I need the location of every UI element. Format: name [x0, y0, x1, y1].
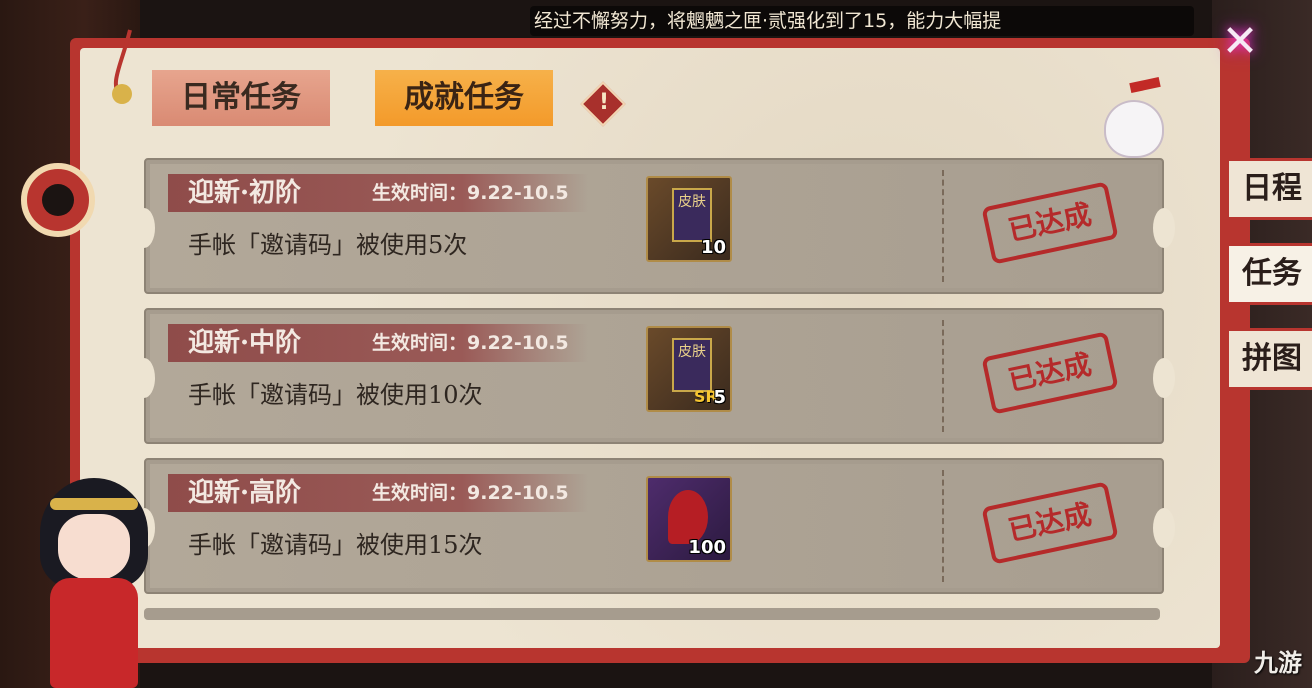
reward-item[interactable]: 100: [646, 476, 732, 562]
mascot-icon: [1104, 100, 1164, 158]
side-tab-schedule[interactable]: 日程: [1226, 158, 1312, 220]
skin-banner-sr-icon: 皮肤: [672, 338, 712, 392]
task-description: 手帐「邀请码」被使用5次: [188, 231, 468, 259]
ticket-divider: [942, 170, 944, 282]
tab-daily-tasks[interactable]: 日常任务: [152, 70, 330, 126]
ticket-notch-left: [133, 208, 155, 248]
side-tab-schedule-label: 日程: [1242, 171, 1302, 206]
task-time: 生效时间：9.22-10.5: [372, 182, 569, 204]
task-description: 手帐「邀请码」被使用15次: [188, 531, 483, 559]
reward-item[interactable]: 皮肤 10: [646, 176, 732, 262]
announcement-marquee: 经过不懈努力，将魍魉之匣·贰强化到了15，能力大幅提: [530, 6, 1194, 36]
character-face: [58, 514, 130, 580]
reward-count: 10: [700, 237, 726, 258]
announcement-text: 经过不懈努力，将魍魉之匣·贰强化到了15，能力大幅提: [534, 10, 1002, 32]
tab-achievement-tasks-label: 成就任务: [404, 80, 524, 115]
warning-mark: !: [598, 90, 610, 115]
magatama-icon: [668, 490, 708, 544]
rope-knot-decoration: [21, 29, 132, 237]
next-task-card-peek: [144, 608, 1160, 620]
task-title: 迎新·高阶: [188, 478, 302, 508]
task-description: 手帐「邀请码」被使用10次: [188, 381, 483, 409]
side-tab-puzzle[interactable]: 拼图: [1226, 328, 1312, 390]
ticket-divider: [942, 320, 944, 432]
tab-achievement-tasks[interactable]: 成就任务: [375, 70, 553, 126]
character-headband: [50, 498, 138, 510]
task-card: 迎新·中阶 生效时间：9.22-10.5 手帐「邀请码」被使用10次 皮肤 SR…: [133, 308, 1175, 444]
tab-daily-tasks-label: 日常任务: [181, 80, 301, 115]
reward-count: 5: [713, 387, 726, 408]
task-time: 生效时间：9.22-10.5: [372, 482, 569, 504]
task-title: 迎新·中阶: [188, 328, 302, 358]
side-tab-puzzle-label: 拼图: [1242, 341, 1302, 376]
task-title: 迎新·初阶: [188, 178, 302, 208]
close-button[interactable]: ✕: [1208, 14, 1272, 70]
side-tab-tasks-label: 任务: [1242, 256, 1302, 291]
watermark-logo: 九游: [1254, 649, 1302, 677]
character-robe: [50, 578, 138, 688]
ticket-divider: [942, 470, 944, 582]
ticket-notch-left: [133, 358, 155, 398]
side-tab-tasks[interactable]: 任务: [1226, 243, 1312, 305]
skin-banner-icon: 皮肤: [672, 188, 712, 242]
character-avatar: [30, 478, 158, 688]
ticket-notch-right: [1153, 508, 1175, 548]
task-card: 迎新·高阶 生效时间：9.22-10.5 手帐「邀请码」被使用15次 100 已…: [133, 458, 1175, 594]
ticket-notch-right: [1153, 208, 1175, 248]
task-time: 生效时间：9.22-10.5: [372, 332, 569, 354]
ticket-notch-right: [1153, 358, 1175, 398]
task-card: 迎新·初阶 生效时间：9.22-10.5 手帐「邀请码」被使用5次 皮肤 10 …: [133, 158, 1175, 294]
reward-count: 100: [688, 537, 726, 558]
reward-item[interactable]: 皮肤 SR 5: [646, 326, 732, 412]
